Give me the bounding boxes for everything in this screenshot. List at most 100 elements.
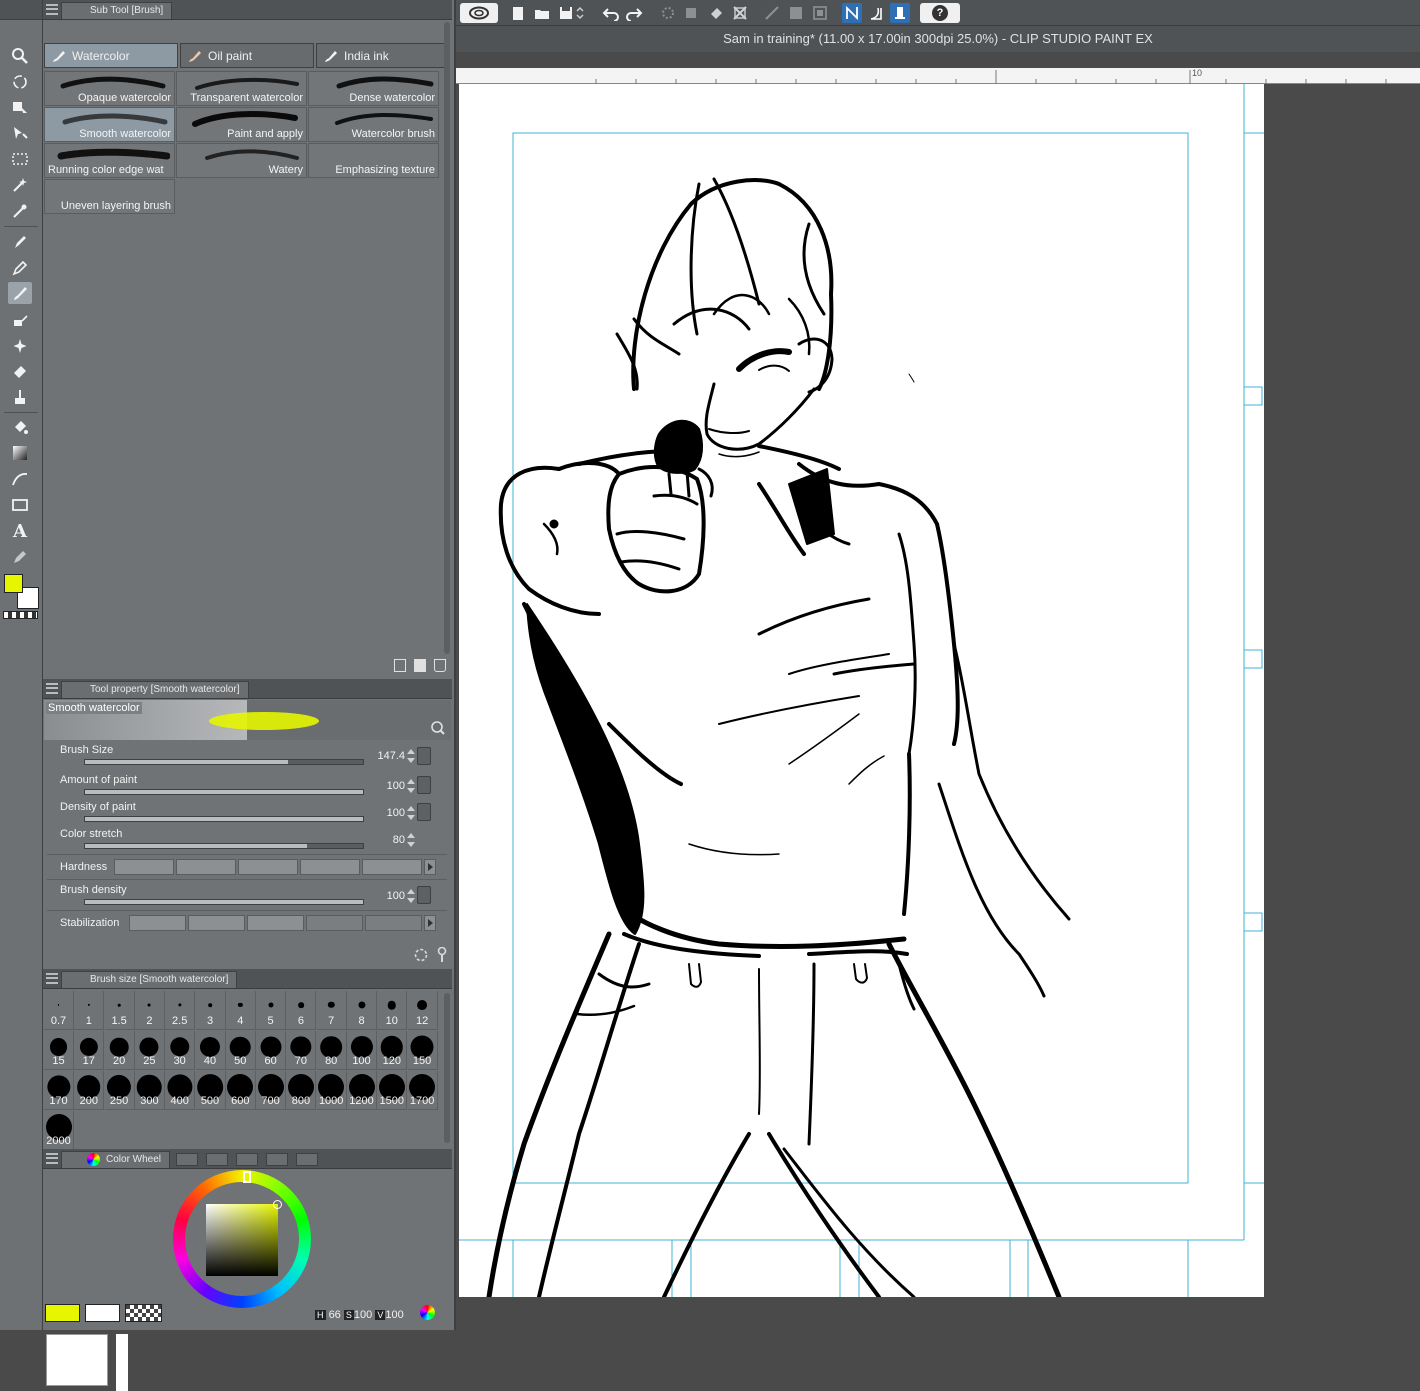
frame-border-icon[interactable] [8,494,32,516]
main-color-swatch[interactable] [4,574,23,593]
spin-arrows-icon[interactable] [407,889,415,903]
brush-opaque-watercolor[interactable]: Opaque watercolor [44,71,175,106]
level-segment[interactable] [300,859,360,875]
eraser-tool-icon[interactable] [8,360,32,382]
brush-size-cell[interactable]: 10 [377,991,408,1030]
panel-menu-icon[interactable] [46,973,58,984]
panel-menu-icon[interactable] [46,683,58,694]
brush-size-slider[interactable] [84,759,364,765]
group-tab-india-ink[interactable]: India ink [316,43,450,68]
brush-size-cell[interactable]: 1200 [347,1071,377,1110]
move-layer-icon[interactable] [8,122,32,144]
brush-running-color-edge[interactable]: Running color edge wat [44,143,175,178]
brush-size-cell[interactable]: 17 [74,1031,105,1070]
brush-size-cell[interactable]: 4 [225,991,256,1030]
color-stretch-slider[interactable] [84,843,364,849]
stabilization-selector[interactable] [129,915,424,931]
help-button[interactable]: ? [920,3,960,23]
color-history-tab[interactable] [296,1153,318,1166]
pen-pressure-icon[interactable] [417,776,431,794]
saturation-value-square[interactable] [206,1204,278,1276]
new-subtool-icon[interactable] [414,659,426,672]
brush-size-cell[interactable]: 1.5 [104,991,135,1030]
transparent-color-swatch[interactable] [3,611,38,619]
pen-tool-icon[interactable] [8,231,32,253]
brush-size-cell[interactable]: 70 [286,1031,317,1070]
object-tool-icon[interactable] [8,97,32,119]
color-stretch-row[interactable]: Color stretch 80 [46,827,449,853]
approximate-color-tab[interactable] [266,1153,288,1166]
brush-density-value[interactable]: 100 [387,890,405,902]
blend-tool-icon[interactable] [8,386,32,408]
brush-size-cell[interactable]: 12 [407,991,438,1030]
canvas-paper[interactable] [459,84,1264,1297]
gradient-tool-icon[interactable] [8,442,32,464]
spin-arrows-icon[interactable] [407,779,415,793]
auto-select-wand-icon[interactable] [8,174,32,196]
brush-size-cell[interactable]: 1 [74,991,105,1030]
curve-tool-icon[interactable] [8,468,32,490]
density-of-paint-slider[interactable] [84,816,364,822]
brush-size-cell[interactable]: 15 [44,1031,74,1070]
color-wheel-tab[interactable]: Color Wheel [61,1151,171,1168]
brush-size-cell[interactable]: 6 [286,991,317,1030]
decoration-tool-icon[interactable] [8,335,32,357]
intermediate-color-tab[interactable] [236,1153,258,1166]
special-ruler-snap-icon[interactable] [786,3,806,23]
brush-emphasizing-texture[interactable]: Emphasizing texture [308,143,439,178]
copy-subtool-icon[interactable] [394,659,406,672]
level-segment[interactable] [176,859,236,875]
density-of-paint-value[interactable]: 100 [387,807,405,819]
new-file-icon[interactable] [508,3,528,23]
text-tool-icon[interactable]: A [8,520,32,542]
brush-size-scrollbar[interactable] [444,993,450,1143]
sv-marker[interactable] [273,1200,282,1209]
selection-tool-icon[interactable] [8,148,32,170]
level-segment[interactable] [188,915,245,931]
clip-studio-logo-button[interactable] [460,3,498,23]
brush-watery[interactable]: Watery [176,143,307,178]
brush-size-cell[interactable]: 80 [316,1031,347,1070]
panel-menu-icon[interactable] [46,4,58,15]
brush-density-row[interactable]: Brush density 100 [46,883,449,909]
sub-color-chip[interactable] [85,1304,120,1322]
brush-size-cell[interactable]: 60 [256,1031,287,1070]
brush-uneven-layering[interactable]: Uneven layering brush [44,179,175,214]
brush-watercolor-brush[interactable]: Watercolor brush [308,107,439,142]
hardness-selector[interactable] [114,859,424,875]
main-color-chip[interactable] [45,1304,80,1322]
stabilization-row[interactable]: Stabilization [46,913,449,933]
reset-settings-icon[interactable] [413,947,429,963]
transform-icon[interactable] [730,3,750,23]
level-segment[interactable] [238,859,298,875]
pen-pressure-icon[interactable] [417,747,431,765]
color-slider-tab[interactable] [176,1153,198,1166]
transparent-color-chip[interactable] [125,1304,162,1322]
color-stretch-value[interactable]: 80 [393,834,405,846]
brush-size-cell[interactable]: 30 [165,1031,196,1070]
level-segment[interactable] [114,859,174,875]
eyedropper-icon[interactable] [8,200,32,222]
brush-size-cell[interactable]: 50 [225,1031,256,1070]
airbrush-tool-icon[interactable] [8,309,32,331]
brush-size-value[interactable]: 147.4 [377,750,405,762]
brush-smooth-watercolor[interactable]: Smooth watercolor [44,107,175,142]
pen-pressure-icon[interactable] [417,886,431,904]
brush-size-cell[interactable]: 100 [347,1031,377,1070]
brush-size-cell[interactable]: 1000 [316,1071,347,1110]
snap-to-ruler-icon[interactable] [842,3,862,23]
wrench-icon[interactable] [435,947,449,963]
tool-property-tab[interactable]: Tool property [Smooth watercolor] [61,681,249,698]
save-icon[interactable] [556,3,576,23]
level-segment[interactable] [362,859,422,875]
level-segment[interactable] [129,915,186,931]
brush-size-cell[interactable]: 250 [104,1071,135,1110]
brush-size-cell[interactable]: 300 [134,1071,165,1110]
delete-subtool-icon[interactable] [434,659,446,672]
brush-size-cell[interactable]: 170 [44,1071,74,1110]
spin-arrows-icon[interactable] [407,749,415,763]
grid-snap-icon[interactable] [810,3,830,23]
snap-to-special-ruler-icon[interactable] [866,3,886,23]
spin-arrows-icon[interactable] [407,806,415,820]
brush-tool-icon[interactable] [8,282,32,304]
